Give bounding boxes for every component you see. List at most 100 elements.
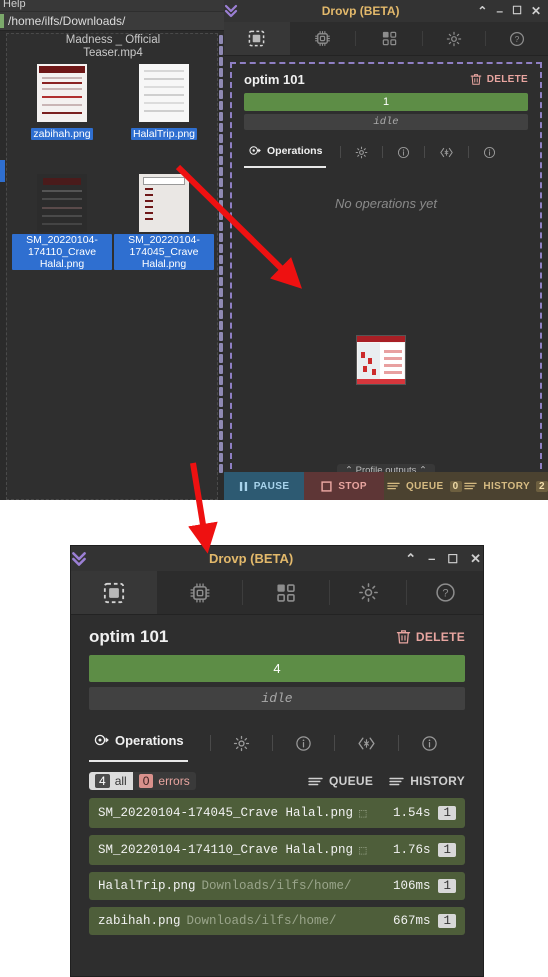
operation-duration: 667ms: [392, 914, 431, 928]
filter-chips[interactable]: 4 all 0 errors: [89, 772, 196, 790]
table-row[interactable]: HalalTrip.png Downloads/ilfs/home/ 106ms…: [89, 872, 465, 900]
subtab-details[interactable]: [397, 146, 410, 159]
tab-drop-zone[interactable]: [224, 22, 290, 55]
queue-button[interactable]: QUEUE: [308, 774, 373, 788]
file-name[interactable]: SM_20220104-174045_Crave Halal.png: [114, 234, 214, 270]
menu-help[interactable]: Help: [3, 0, 26, 10]
drop-zone[interactable]: optim 101 DELETE 1 idle Operations No op…: [230, 62, 542, 479]
window-controls[interactable]: ⌃ – ☐ ✕: [477, 5, 548, 17]
file-item[interactable]: zabihah.png: [12, 64, 112, 142]
subtab-divider: [209, 735, 211, 751]
subtab-details[interactable]: [295, 735, 312, 752]
close-button[interactable]: ✕: [531, 5, 541, 17]
gear-icon: [358, 582, 379, 603]
delete-profile-button[interactable]: DELETE: [396, 629, 465, 645]
filter-all-count: 4: [95, 774, 110, 788]
minimize-button[interactable]: –: [496, 5, 503, 17]
tab-processors[interactable]: [157, 571, 243, 614]
bottom-action-bar[interactable]: PAUSE STOP QUEUE 0 HISTORY 2: [224, 472, 548, 500]
operations-list[interactable]: SM_20220104-174045_Crave Halal.png ⬚ 1.5…: [71, 790, 483, 935]
subtab-operations[interactable]: Operations: [244, 142, 327, 168]
file-name[interactable]: SM_20220104-174110_Crave Halal.png: [12, 234, 112, 270]
main-tab-bar[interactable]: ?: [71, 571, 483, 615]
subtab-operations[interactable]: Operations: [89, 730, 188, 762]
pause-button[interactable]: PAUSE: [224, 472, 305, 500]
operation-path: Downloads/ilfs/home/: [186, 914, 337, 928]
tab-plugins[interactable]: [243, 571, 329, 614]
subtab-dependencies[interactable]: [439, 146, 454, 159]
file-manager-menubar[interactable]: Help: [0, 0, 224, 11]
filter-all-label: all: [114, 774, 127, 788]
profile-header: optim 101 DELETE: [232, 64, 540, 91]
operations-filter-bar[interactable]: 4 all 0 errors QUEUE HISTORY: [71, 772, 483, 790]
svg-text:?: ?: [442, 588, 448, 600]
file-item[interactable]: SM_20220104-174045_Crave Halal.png: [114, 174, 214, 272]
table-row[interactable]: SM_20220104-174045_Crave Halal.png ⬚ 1.5…: [89, 798, 465, 828]
tab-settings[interactable]: [423, 22, 485, 55]
tab-help[interactable]: ?: [407, 571, 483, 614]
tab-processors[interactable]: [290, 22, 356, 55]
history-button[interactable]: HISTORY 2: [464, 472, 548, 500]
file-name[interactable]: HalalTrip.png: [130, 128, 198, 140]
profile-sub-tabs[interactable]: Operations: [71, 730, 483, 762]
main-tab-bar[interactable]: ?: [224, 22, 548, 56]
clipped-file-label-line2: Teaser.mp4: [83, 47, 143, 59]
stop-label: STOP: [338, 480, 367, 492]
subtab-options[interactable]: [233, 735, 250, 752]
delete-profile-button[interactable]: DELETE: [470, 73, 528, 86]
table-row[interactable]: zabihah.png Downloads/ilfs/home/ 667ms 1: [89, 907, 465, 935]
progress-bar: 1: [244, 93, 528, 111]
file-item[interactable]: HalalTrip.png: [114, 64, 214, 142]
collapse-button[interactable]: ⌃: [477, 5, 487, 17]
maximize-button[interactable]: ☐: [512, 5, 522, 17]
path-bar[interactable]: /home/ilfs/Downloads/: [0, 11, 224, 31]
tab-help[interactable]: ?: [486, 22, 548, 55]
trash-icon: [396, 629, 411, 645]
minimize-button[interactable]: –: [428, 552, 435, 565]
window-title: Drovp (BETA): [208, 551, 294, 566]
current-path: /home/ilfs/Downloads/: [8, 14, 126, 28]
lines-icon: [308, 776, 323, 787]
progress-value: 1: [382, 96, 390, 108]
file-item[interactable]: SM_20220104-174110_Crave Halal.png: [12, 174, 112, 272]
operation-count-badge: 1: [438, 806, 456, 820]
operations-icon: [93, 732, 109, 748]
subtab-about[interactable]: [421, 735, 438, 752]
subtab-about[interactable]: [483, 146, 496, 159]
window-controls[interactable]: ⌃ – ☐ ✕: [405, 552, 483, 565]
title-bar[interactable]: Drovp (BETA) ⌃ – ☐ ✕: [71, 546, 483, 571]
subtab-options[interactable]: [355, 146, 368, 159]
subtab-divider: [382, 146, 384, 158]
title-bar[interactable]: Drovp (BETA) ⌃ – ☐ ✕: [224, 0, 548, 22]
file-name[interactable]: zabihah.png: [31, 128, 93, 140]
close-button[interactable]: ✕: [470, 552, 481, 565]
delete-label: DELETE: [486, 74, 528, 85]
queue-button[interactable]: QUEUE 0: [384, 472, 465, 500]
profile-sub-tabs[interactable]: Operations: [232, 142, 540, 168]
filter-all[interactable]: 4 all: [89, 772, 133, 790]
file-manager-window: Help /home/ilfs/Downloads/ Madness _ Off…: [0, 0, 224, 500]
filter-errors[interactable]: 0 errors: [132, 772, 196, 790]
table-row[interactable]: SM_20220104-174110_Crave Halal.png ⬚ 1.7…: [89, 835, 465, 865]
subtab-label: Operations: [267, 144, 323, 157]
collapse-button[interactable]: ⌃: [405, 552, 416, 565]
history-button[interactable]: HISTORY: [389, 774, 465, 788]
empty-state-message: No operations yet: [335, 196, 437, 211]
filter-errors-label: errors: [158, 774, 190, 788]
maximize-button[interactable]: ☐: [447, 553, 458, 565]
status-text: idle: [373, 116, 399, 128]
queue-history-links[interactable]: QUEUE HISTORY: [308, 774, 465, 788]
file-thumbnail: [37, 64, 87, 122]
tab-plugins[interactable]: [356, 22, 422, 55]
file-list[interactable]: Madness _ Official Teaser.mp4 zabihah.pn…: [6, 33, 218, 500]
gear-icon: [355, 146, 368, 159]
operation-path-truncated: ⬚: [359, 807, 367, 821]
status-bar: idle: [89, 687, 465, 710]
tab-settings[interactable]: [330, 571, 406, 614]
operation-count-badge: 1: [438, 879, 456, 893]
subtab-divider: [468, 146, 470, 158]
tab-drop-zone[interactable]: [71, 571, 157, 614]
subtab-dependencies[interactable]: [357, 735, 376, 752]
subtab-divider: [271, 735, 273, 751]
stop-button[interactable]: STOP: [304, 472, 385, 500]
